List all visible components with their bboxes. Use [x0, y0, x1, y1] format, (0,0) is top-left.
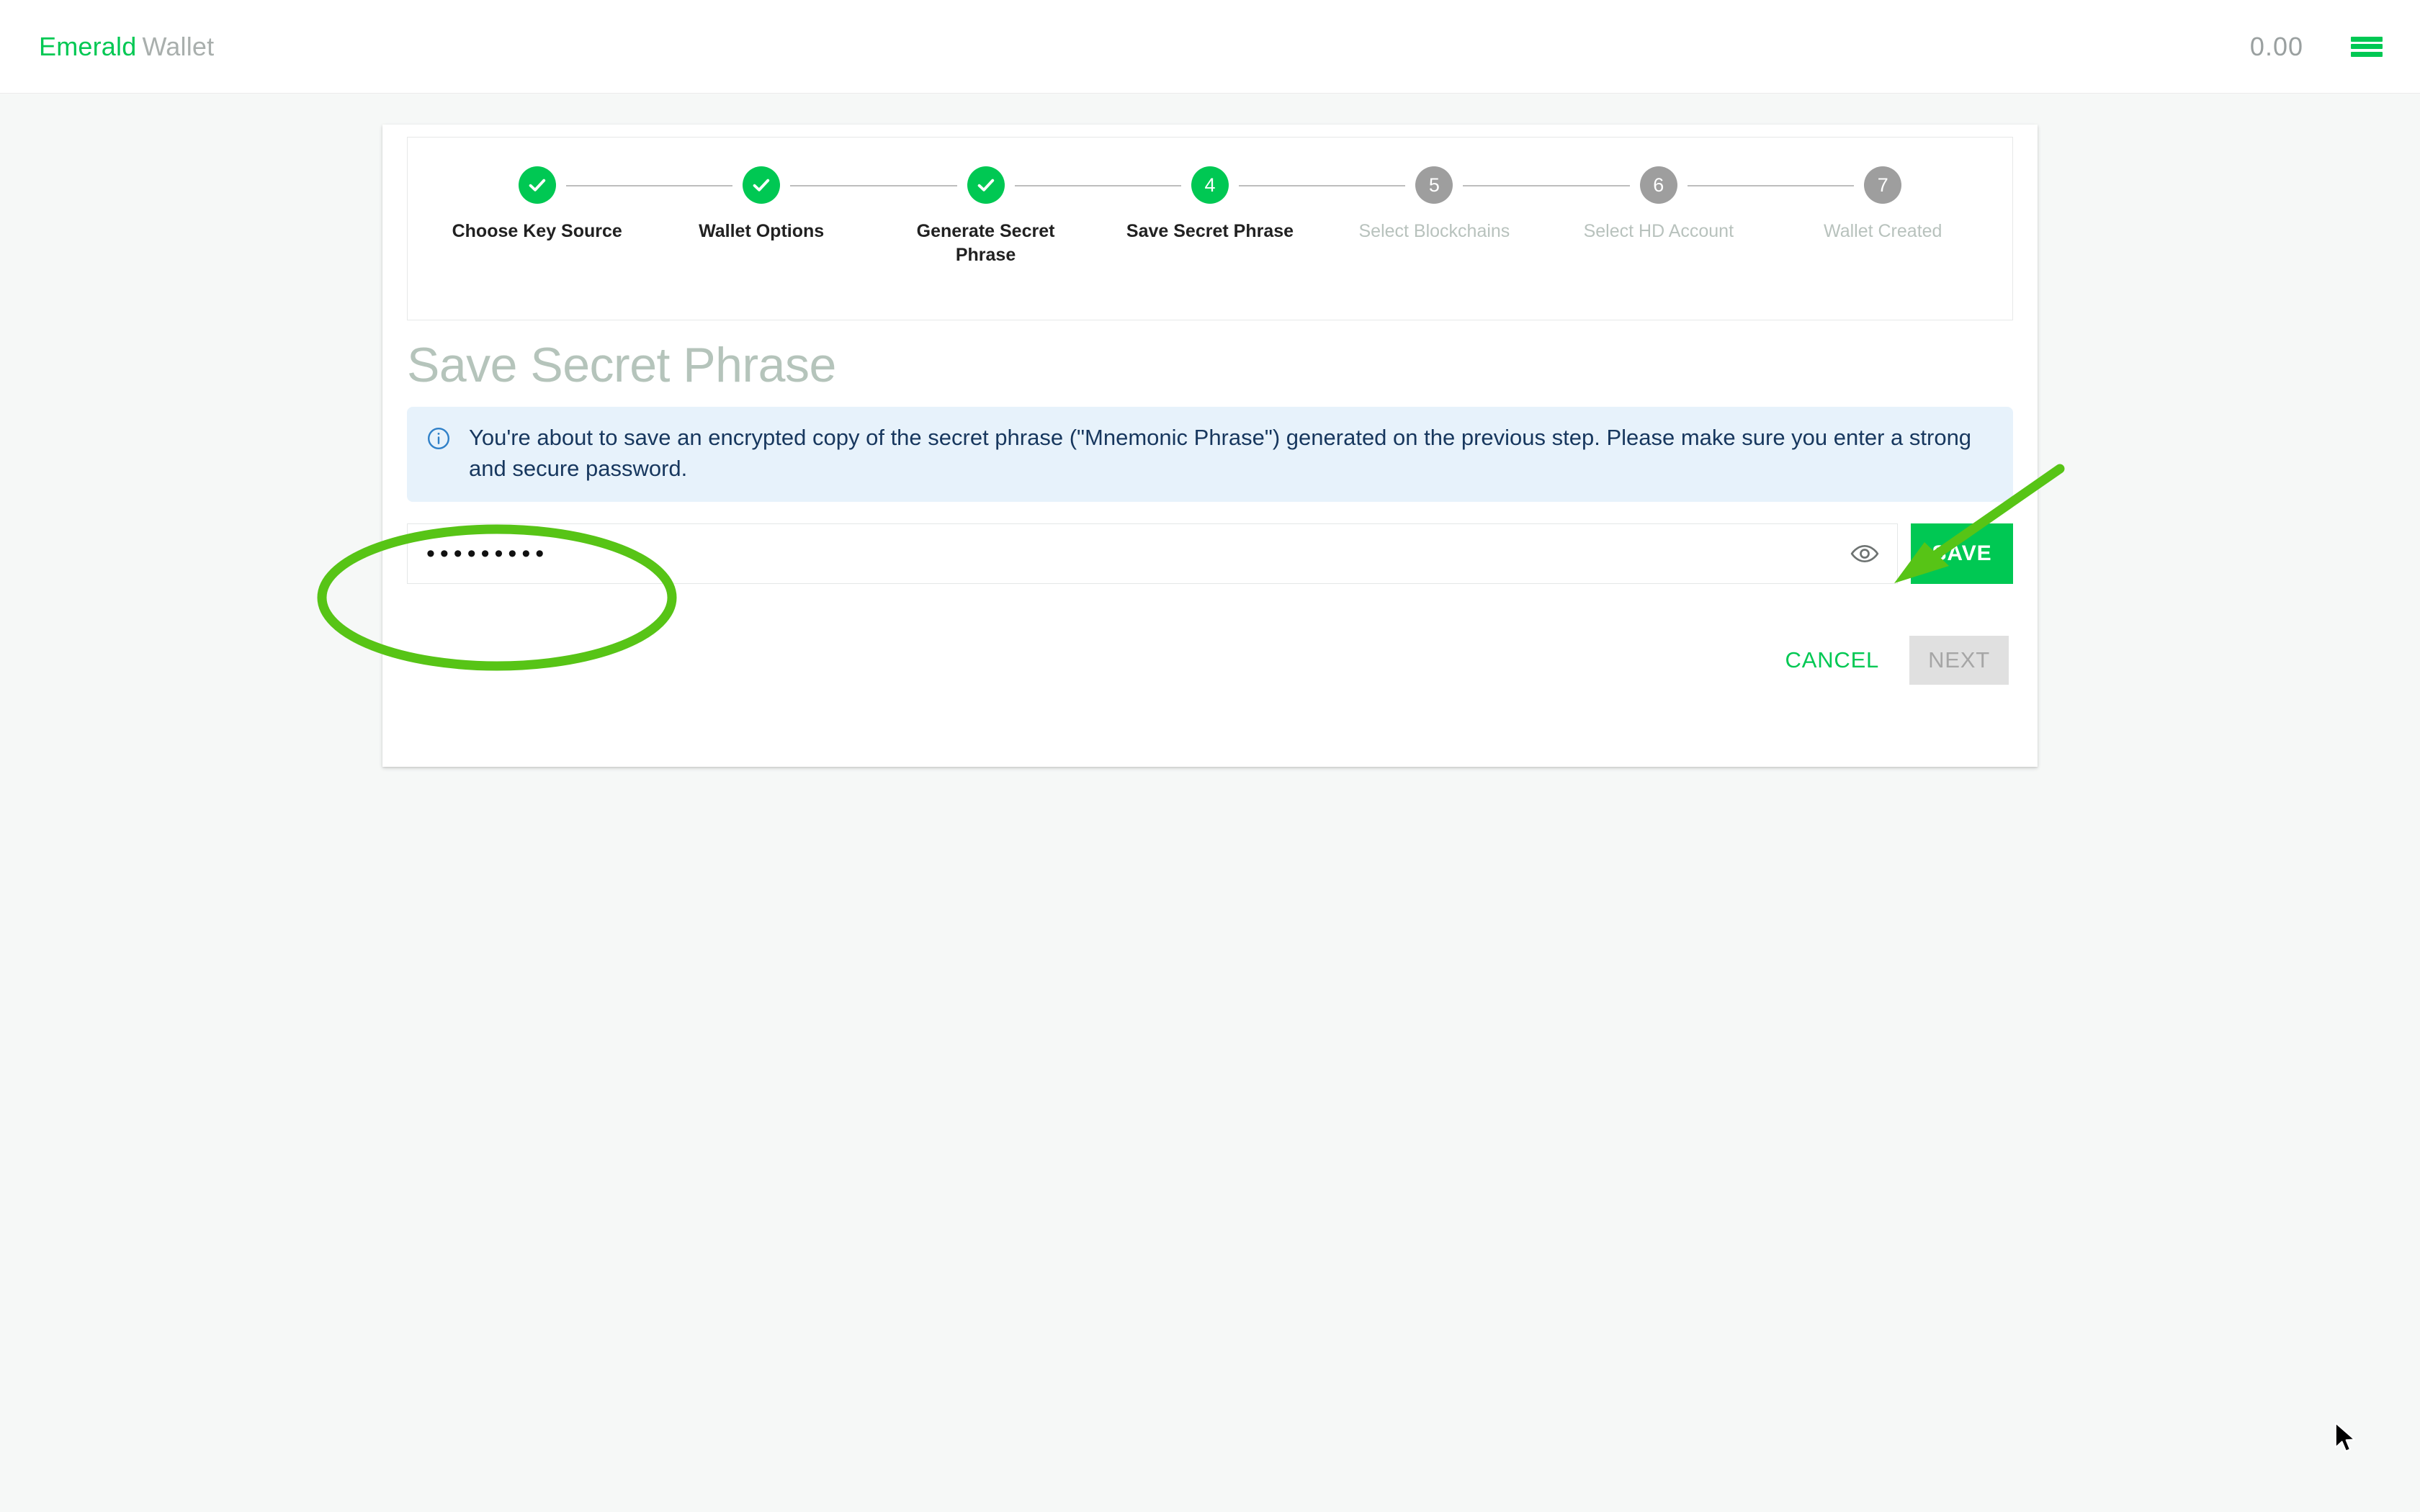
- save-button[interactable]: SAVE: [1911, 523, 2013, 584]
- wizard-card: Choose Key Source Wallet Options Generate …: [382, 125, 2038, 767]
- password-input[interactable]: •••••••••: [407, 523, 1898, 584]
- balance-amount: 0.00: [2249, 31, 2303, 61]
- password-input-value: •••••••••: [426, 539, 550, 567]
- stepper-step-label: Wallet Created: [1824, 221, 1942, 241]
- hamburger-bar: [2351, 36, 2383, 42]
- info-banner-text: You're about to save an encrypted copy o…: [469, 425, 1972, 481]
- stepper-step-label: Save Secret Phrase: [1126, 221, 1294, 241]
- hamburger-bar: [2351, 44, 2383, 49]
- stepper-step-6[interactable]: 6 Select HD Account: [1546, 166, 1855, 320]
- info-circle-icon: [426, 426, 452, 451]
- stepper-connector: [1463, 185, 1630, 186]
- eye-icon[interactable]: [1850, 539, 1880, 569]
- password-row: ••••••••• SAVE: [407, 523, 2013, 584]
- app-brand: Emerald Wallet: [39, 32, 214, 62]
- info-banner: You're about to save an encrypted copy o…: [407, 407, 2013, 502]
- brand-name-secondary: Wallet: [142, 31, 215, 61]
- header-right-group: 0.00: [2250, 32, 2383, 62]
- stepper-step-3[interactable]: Generate Secret Phrase: [874, 166, 1181, 320]
- stepper-step-label: Generate Secret Phrase: [916, 221, 1055, 265]
- brand-name-primary: Emerald: [39, 31, 137, 61]
- wizard-stepper: Choose Key Source Wallet Options Generate …: [408, 138, 2012, 320]
- cancel-button[interactable]: CANCEL: [1770, 636, 1896, 685]
- stepper-step-1[interactable]: Choose Key Source: [425, 166, 733, 320]
- wizard-body: Save Secret Phrase You're about to save …: [407, 341, 2013, 685]
- wizard-stepper-panel: Choose Key Source Wallet Options Generate …: [407, 137, 2013, 320]
- next-button: NEXT: [1909, 635, 2009, 685]
- stepper-step-label: Wallet Options: [699, 221, 825, 241]
- check-icon: [743, 166, 781, 204]
- stepper-step-7[interactable]: 7 Wallet Created: [1771, 166, 1995, 320]
- stepper-step-label: Choose Key Source: [452, 221, 622, 241]
- stepper-step-label: Select HD Account: [1583, 221, 1734, 241]
- stepper-connector: [565, 185, 733, 186]
- stepper-connector: [1687, 185, 1855, 186]
- stepper-connector: [1238, 185, 1406, 186]
- stepper-step-number: 6: [1639, 166, 1677, 204]
- stepper-step-5[interactable]: 5 Select Blockchains: [1322, 166, 1630, 320]
- app-header: Emerald Wallet 0.00: [0, 0, 2420, 94]
- stepper-step-label: Select Blockchains: [1358, 221, 1510, 241]
- stepper-step-number: 5: [1415, 166, 1453, 204]
- hamburger-menu-icon[interactable]: [2351, 35, 2383, 59]
- wizard-actions: CANCEL NEXT: [407, 635, 2013, 685]
- hamburger-bar: [2351, 51, 2383, 57]
- stepper-step-4[interactable]: 4 Save Secret Phrase: [1098, 166, 1406, 320]
- page-title: Save Secret Phrase: [407, 338, 836, 392]
- check-icon: [518, 166, 556, 204]
- stepper-step-number: 7: [1864, 166, 1902, 204]
- stepper-step-2[interactable]: Wallet Options: [649, 166, 957, 320]
- stepper-connector: [1014, 185, 1181, 186]
- check-icon: [967, 166, 1005, 204]
- mouse-cursor: [2334, 1422, 2358, 1457]
- stepper-step-number: 4: [1191, 166, 1229, 204]
- stepper-connector: [790, 185, 957, 186]
